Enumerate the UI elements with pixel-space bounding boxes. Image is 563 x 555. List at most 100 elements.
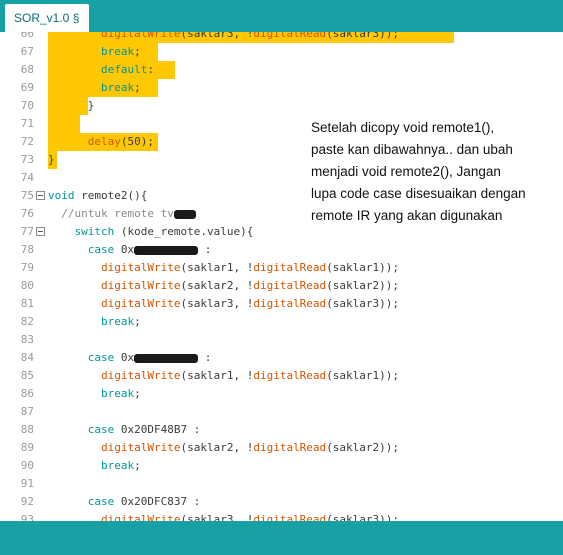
line-number: 77 xyxy=(20,225,34,238)
code-token: digitalWrite xyxy=(100,261,181,274)
code-token: : xyxy=(147,63,154,76)
code-line: 93 digitalWrite(saklar3, !digitalRead(sa… xyxy=(0,511,563,521)
code-token: } xyxy=(48,99,95,112)
code-token: default xyxy=(100,63,148,76)
code-token: (saklar3)); xyxy=(326,32,400,40)
code-text: switch (kode_remote.value){ xyxy=(48,223,254,241)
annotation-note: Setelah dicopy void remote1(), paste kan … xyxy=(311,117,556,227)
fold-toggle-icon[interactable] xyxy=(36,191,45,200)
line-number: 92 xyxy=(20,495,34,508)
line-number: 83 xyxy=(20,333,34,346)
code-token: case xyxy=(87,495,115,508)
code-token: case xyxy=(87,243,115,256)
code-editor[interactable]: 66 digitalWrite(saklar3, !digitalRead(sa… xyxy=(0,32,563,521)
line-number: 71 xyxy=(20,117,34,130)
code-text: case 0x20DF48B7 : xyxy=(48,421,201,439)
code-line: 91 xyxy=(0,475,563,493)
line-number: 66 xyxy=(20,32,34,40)
code-text: digitalWrite(saklar2, !digitalRead(sakla… xyxy=(48,277,399,295)
code-token: switch xyxy=(74,225,115,238)
line-number: 93 xyxy=(20,513,34,521)
code-text: break; xyxy=(48,457,141,475)
code-token: digitalWrite xyxy=(100,369,181,382)
code-token: 0x xyxy=(114,351,135,364)
editor-tab-bar: SOR_v1.0 § xyxy=(0,0,563,32)
note-line: paste kan dibawahnya.. dan ubah xyxy=(311,142,513,157)
code-token: case xyxy=(87,351,115,364)
code-text: default: xyxy=(48,61,154,79)
line-number: 76 xyxy=(20,207,34,220)
code-line: 82 break; xyxy=(0,313,563,331)
code-token: (50); xyxy=(120,135,154,148)
line-number: 67 xyxy=(20,45,34,58)
line-number: 74 xyxy=(20,171,34,184)
code-text: break; xyxy=(48,79,141,97)
code-line: 88 case 0x20DF48B7 : xyxy=(0,421,563,439)
code-text: } xyxy=(48,151,55,169)
redacted-scribble xyxy=(134,353,199,363)
code-token: (saklar3, ! xyxy=(180,513,254,521)
fold-toggle-icon[interactable] xyxy=(36,227,45,236)
code-token: : xyxy=(198,351,212,364)
code-token: (saklar1)); xyxy=(326,369,400,382)
code-token: remote2(){ xyxy=(74,189,148,202)
code-token: : xyxy=(198,243,212,256)
line-number: 73 xyxy=(20,153,34,166)
code-line: 81 digitalWrite(saklar3, !digitalRead(sa… xyxy=(0,295,563,313)
code-token: (saklar2)); xyxy=(326,279,400,292)
code-token: digitalRead xyxy=(253,32,327,40)
code-text: delay(50); xyxy=(48,133,154,151)
line-number: 88 xyxy=(20,423,34,436)
tab-sketch[interactable]: SOR_v1.0 § xyxy=(5,4,89,32)
code-text: case 0x : xyxy=(48,349,212,367)
code-token: digitalRead xyxy=(253,261,327,274)
code-text: digitalWrite(saklar3, !digitalRead(sakla… xyxy=(48,295,399,313)
code-text: digitalWrite(saklar1, !digitalRead(sakla… xyxy=(48,259,399,277)
note-line: remote IR yang akan digunakan xyxy=(311,208,503,223)
code-text: digitalWrite(saklar2, !digitalRead(sakla… xyxy=(48,439,399,457)
code-token: break xyxy=(100,387,135,400)
code-token: (saklar2, ! xyxy=(180,441,254,454)
code-text: break; xyxy=(48,313,141,331)
code-line: 89 digitalWrite(saklar2, !digitalRead(sa… xyxy=(0,439,563,457)
code-text: } xyxy=(48,97,95,115)
note-line: menjadi void remote2(), Jangan xyxy=(311,164,501,179)
code-token: digitalWrite xyxy=(100,441,181,454)
code-token: delay xyxy=(87,135,121,148)
code-token: 0x20DFC837 : xyxy=(114,495,201,508)
line-number: 72 xyxy=(20,135,34,148)
status-bar xyxy=(0,521,563,555)
code-token: (saklar3, ! xyxy=(180,32,254,40)
code-line: 90 break; xyxy=(0,457,563,475)
code-line: 85 digitalWrite(saklar1, !digitalRead(sa… xyxy=(0,367,563,385)
code-token: (saklar1, ! xyxy=(180,369,254,382)
code-line: 67 break; xyxy=(0,43,563,61)
redacted-scribble xyxy=(134,245,199,255)
code-token: digitalRead xyxy=(253,513,327,521)
code-token: digitalWrite xyxy=(100,279,181,292)
code-token: digitalRead xyxy=(253,279,327,292)
code-token: digitalRead xyxy=(253,297,327,310)
code-line: 66 digitalWrite(saklar3, !digitalRead(sa… xyxy=(0,32,563,43)
code-line: 69 break; xyxy=(0,79,563,97)
code-token: break xyxy=(100,315,135,328)
line-number: 80 xyxy=(20,279,34,292)
code-token: (saklar1)); xyxy=(326,261,400,274)
code-token: break xyxy=(100,81,135,94)
code-token: case xyxy=(87,423,115,436)
code-token: break xyxy=(100,459,135,472)
code-line: 68 default: xyxy=(0,61,563,79)
code-line: 84 case 0x : xyxy=(0,349,563,367)
code-token: (saklar3)); xyxy=(326,513,400,521)
code-token: digitalRead xyxy=(253,369,327,382)
